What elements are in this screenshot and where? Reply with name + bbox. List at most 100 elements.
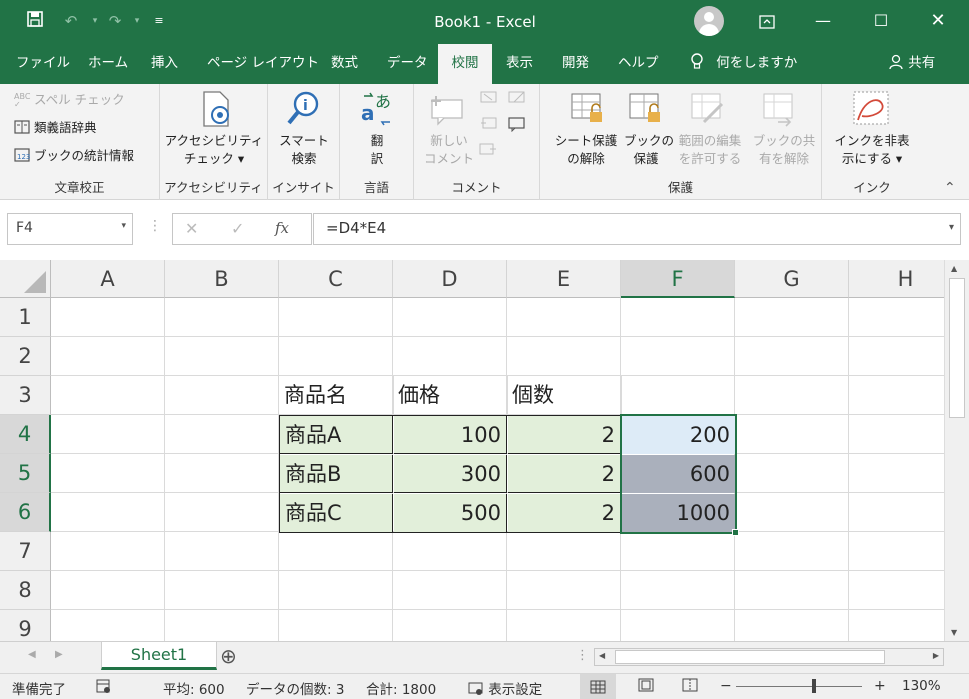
- cell-c3[interactable]: 商品名: [279, 376, 394, 415]
- allow-edit-ranges-button[interactable]: 範囲の編集 を許可する: [672, 132, 748, 168]
- column-header-e[interactable]: E: [507, 260, 621, 298]
- column-header-b[interactable]: B: [165, 260, 279, 298]
- maximize-icon[interactable]: ☐: [858, 0, 904, 44]
- collapse-ribbon-icon[interactable]: ⌃: [944, 180, 956, 196]
- scroll-down-icon[interactable]: ▼: [951, 628, 957, 637]
- smart-lookup-button[interactable]: スマート 検索: [268, 132, 340, 168]
- cell-e4[interactable]: 2: [508, 416, 621, 454]
- undo-dropdown-icon[interactable]: ▾: [84, 10, 106, 32]
- cell-d3[interactable]: 価格: [393, 376, 508, 415]
- worksheet-grid[interactable]: A B C D E F G H 1 2 3 4 5 6 7 8 9 商品名 価格…: [0, 260, 944, 641]
- column-header-a[interactable]: A: [51, 260, 165, 298]
- accessibility-check-button[interactable]: アクセシビリティ チェック ▾: [160, 132, 268, 168]
- zoom-slider-thumb[interactable]: [812, 679, 816, 693]
- unshare-workbook-button[interactable]: ブックの共 有を解除: [746, 132, 822, 168]
- spell-check-button[interactable]: ABC ✓ スペル チェック: [14, 91, 125, 109]
- cell-d6[interactable]: 500: [394, 494, 507, 532]
- column-header-d[interactable]: D: [393, 260, 507, 298]
- row-header-2[interactable]: 2: [0, 337, 51, 376]
- cell-e6[interactable]: 2: [508, 494, 621, 532]
- cell-c4[interactable]: 商品A: [280, 416, 393, 454]
- scroll-left-icon[interactable]: ◀: [599, 651, 605, 660]
- status-count[interactable]: データの個数: 3: [246, 678, 344, 698]
- cell-e5[interactable]: 2: [508, 455, 621, 493]
- row-header-7[interactable]: 7: [0, 532, 51, 571]
- cell-c5[interactable]: 商品B: [280, 455, 393, 493]
- name-box-dropdown-icon[interactable]: ▾: [121, 221, 126, 231]
- row-header-6[interactable]: 6: [0, 493, 51, 532]
- unprotect-sheet-button[interactable]: シート保護 の解除: [548, 132, 624, 168]
- thesaurus-button[interactable]: 類義語辞典: [14, 119, 97, 137]
- zoom-slider[interactable]: [736, 686, 862, 687]
- more-options-icon[interactable]: ⋮: [148, 218, 162, 234]
- tab-splitter-icon[interactable]: ⋮: [576, 648, 589, 663]
- tab-review[interactable]: 校閲: [438, 44, 492, 84]
- tab-view[interactable]: 表示: [500, 44, 539, 84]
- row-header-3[interactable]: 3: [0, 376, 51, 415]
- cell-d5[interactable]: 300: [394, 455, 507, 493]
- expand-formula-bar-icon[interactable]: ▾: [949, 222, 954, 233]
- next-sheet-icon[interactable]: ▶: [55, 649, 63, 660]
- column-header-c[interactable]: C: [279, 260, 393, 298]
- tell-me-box[interactable]: 何をしますか: [684, 44, 803, 84]
- prev-sheet-icon[interactable]: ◀: [28, 649, 36, 660]
- zoom-in-icon[interactable]: +: [874, 678, 886, 694]
- next-comment-icon[interactable]: [478, 142, 498, 161]
- share-button[interactable]: 共有: [882, 44, 941, 84]
- translate-button[interactable]: 翻訳: [340, 132, 414, 168]
- protect-workbook-button[interactable]: ブックの 保護: [624, 132, 674, 168]
- enter-icon[interactable]: ✓: [231, 219, 244, 238]
- display-settings-button[interactable]: 表示設定: [468, 678, 542, 698]
- row-header-9[interactable]: 9: [0, 610, 51, 641]
- row-header-1[interactable]: 1: [0, 298, 51, 337]
- close-icon[interactable]: ✕: [915, 0, 961, 44]
- previous-comment-icon[interactable]: [478, 116, 498, 135]
- cell-e3[interactable]: 個数: [507, 376, 622, 415]
- tab-developer[interactable]: 開発: [556, 44, 595, 84]
- sheet-tab-sheet1[interactable]: Sheet1: [101, 642, 217, 670]
- scroll-up-icon[interactable]: ▲: [951, 264, 957, 273]
- horizontal-scroll-thumb[interactable]: [615, 650, 885, 664]
- macro-record-icon[interactable]: [95, 678, 111, 698]
- column-header-h[interactable]: H: [849, 260, 944, 298]
- tab-help[interactable]: ヘルプ: [612, 44, 665, 84]
- customize-qat-icon[interactable]: ≡: [148, 10, 170, 32]
- tab-home[interactable]: ホーム: [82, 44, 134, 84]
- normal-view-button[interactable]: [580, 674, 616, 699]
- column-header-g[interactable]: G: [735, 260, 849, 298]
- save-icon[interactable]: [24, 10, 46, 32]
- comment-edit-icon[interactable]: [506, 90, 528, 109]
- horizontal-scrollbar[interactable]: ◀ ▶: [594, 648, 944, 666]
- cell-c6[interactable]: 商品C: [280, 494, 393, 532]
- page-break-view-icon[interactable]: [682, 678, 698, 696]
- avatar[interactable]: [694, 6, 724, 36]
- name-box[interactable]: F4 ▾: [7, 213, 133, 245]
- zoom-level[interactable]: 130%: [902, 678, 941, 694]
- ribbon-display-options-icon[interactable]: [744, 0, 790, 44]
- hide-ink-button[interactable]: インクを非表 示にする ▾: [822, 132, 922, 168]
- tab-insert[interactable]: 挿入: [145, 44, 184, 84]
- tab-file[interactable]: ファイル: [10, 44, 76, 84]
- vertical-scrollbar[interactable]: ▲ ▼: [944, 260, 969, 641]
- minimize-icon[interactable]: —: [800, 0, 846, 44]
- column-header-f[interactable]: F: [621, 260, 735, 298]
- redo-icon[interactable]: ↷: [104, 10, 126, 32]
- show-comments-icon[interactable]: [506, 116, 528, 135]
- cell-d4[interactable]: 100: [394, 416, 507, 454]
- workbook-stats-button[interactable]: 123 ブックの統計情報: [14, 147, 134, 165]
- add-sheet-icon[interactable]: ⊕: [220, 644, 237, 668]
- row-header-4[interactable]: 4: [0, 415, 51, 454]
- insert-function-icon[interactable]: fx: [275, 219, 289, 237]
- redo-dropdown-icon[interactable]: ▾: [126, 10, 148, 32]
- delete-comment-icon[interactable]: [478, 90, 498, 109]
- tab-formulas[interactable]: 数式: [325, 44, 364, 84]
- select-all-button[interactable]: [0, 260, 51, 298]
- vertical-scroll-thumb[interactable]: [949, 278, 965, 418]
- scroll-right-icon[interactable]: ▶: [933, 651, 939, 660]
- formula-input[interactable]: =D4*E4 ▾: [313, 213, 961, 245]
- row-header-8[interactable]: 8: [0, 571, 51, 610]
- zoom-out-icon[interactable]: −: [720, 678, 732, 694]
- status-average[interactable]: 平均: 600: [163, 678, 225, 698]
- fill-handle[interactable]: [732, 529, 739, 536]
- row-header-5[interactable]: 5: [0, 454, 51, 493]
